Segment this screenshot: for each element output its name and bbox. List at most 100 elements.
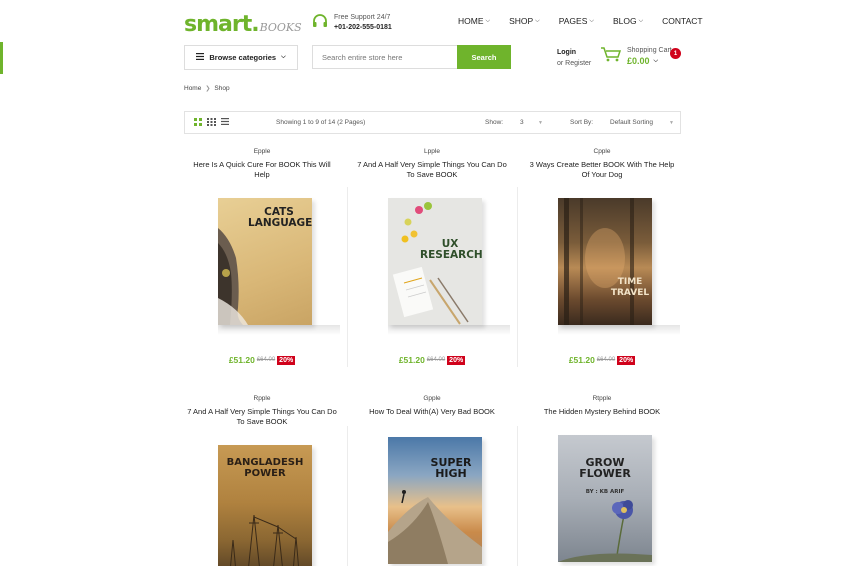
cart-count-badge: 1 <box>670 48 681 59</box>
nav-label: BLOG <box>612 16 637 26</box>
cover-subtitle: BY : KB ARIF <box>585 489 625 495</box>
product-title[interactable]: How To Deal With(A) Very Bad BOOK <box>347 407 517 417</box>
nav-item-pages[interactable]: PAGES ⌵ <box>559 16 594 26</box>
chevron-down-icon: ⌵ <box>638 17 644 24</box>
product-title[interactable]: 7 And A Half Very Simple Things You Can … <box>177 407 347 426</box>
sort-select[interactable]: Default Sorting <box>610 119 653 126</box>
product-title[interactable]: Here Is A Quick Cure For BOOK This Will … <box>177 160 347 179</box>
nav-label: PAGES <box>558 16 588 26</box>
headphones-icon <box>312 13 328 33</box>
nav-item-contact[interactable]: CONTACT <box>662 16 702 26</box>
cart-label: Shopping Cart <box>627 47 672 54</box>
main-nav: HOME ⌵ SHOP ⌵ PAGES ⌵ BLOG ⌵ CONTACT <box>458 16 703 26</box>
cover-title: BANGLADESH POWER <box>226 457 304 479</box>
product-title[interactable]: The Hidden Mystery Behind BOOK <box>517 407 687 417</box>
nav-label: SHOP <box>509 16 534 26</box>
product-image[interactable]: UX RESEARCH <box>388 198 482 325</box>
product-brand: Epple <box>253 148 271 155</box>
column-divider <box>517 426 518 566</box>
nav-label: HOME <box>458 16 484 26</box>
grid-dense-view-icon[interactable] <box>207 117 216 128</box>
discount-badge: 20% <box>617 355 636 365</box>
product-title[interactable]: 7 And A Half Very Simple Things You Can … <box>347 160 517 179</box>
ux-cover-art <box>392 202 469 325</box>
grid-view-icon[interactable] <box>194 117 202 128</box>
cover-title: GROW FLOWER <box>579 456 631 480</box>
product-card[interactable]: Rtpple The Hidden Mystery Behind BOOK <box>517 395 687 417</box>
flower-cover-art <box>558 500 652 562</box>
column-divider <box>517 187 518 367</box>
product-image[interactable]: SUPER HIGH <box>388 437 482 564</box>
product-image[interactable]: CATS LANGUAGE <box>218 198 312 325</box>
search-button[interactable]: Search <box>457 45 511 69</box>
chevron-down-icon: ⌵ <box>485 17 491 24</box>
cover-title: UX RESEARCH <box>420 238 482 261</box>
product-card[interactable]: Epple Here Is A Quick Cure For BOOK This… <box>177 148 347 179</box>
product-image[interactable]: TIME TRAVEL <box>558 198 652 325</box>
book-reflection <box>218 325 340 335</box>
product-brand: Cpple <box>593 148 611 155</box>
nav-item-shop[interactable]: SHOP ⌵ <box>509 16 540 26</box>
logo[interactable]: smart. BOOKS <box>184 12 302 37</box>
product-image[interactable]: GROW FLOWER BY : KB ARIF <box>558 435 652 562</box>
shop-toolbar: Showing 1 to 9 of 14 (2 Pages) Show: 3 ▼… <box>184 111 681 134</box>
account-links: Login or Register <box>557 47 591 69</box>
product-card[interactable]: Cpple 3 Ways Create Better BOOK With The… <box>517 148 687 179</box>
nav-item-blog[interactable]: BLOG ⌵ <box>613 16 643 26</box>
breadcrumb: Home ❯ Shop <box>184 85 230 92</box>
price-current: £51.20 <box>398 355 425 365</box>
book-reflection <box>558 325 680 335</box>
cover-title: CATS LANGUAGE <box>248 206 312 229</box>
logo-main-text: smart. <box>184 12 260 37</box>
product-brand: Lpple <box>424 148 440 155</box>
product-brand: Rpple <box>253 395 271 402</box>
product-title[interactable]: 3 Ways Create Better BOOK With The Help … <box>517 160 687 179</box>
product-card[interactable]: Rpple 7 And A Half Very Simple Things Yo… <box>177 395 347 426</box>
chevron-down-icon: ⌵ <box>535 17 540 24</box>
price-old: £64.00 <box>256 357 276 363</box>
product-price: £51.20 £64.00 20% <box>177 355 347 365</box>
shopping-cart[interactable]: Shopping Cart £0.00 ⌵ 1 <box>600 46 681 67</box>
chevron-down-icon: ⌵ <box>281 54 286 60</box>
browse-label: Browse categories <box>209 53 277 62</box>
results-count: Showing 1 to 9 of 14 (2 Pages) <box>276 119 366 126</box>
browse-categories-button[interactable]: Browse categories ⌵ <box>184 45 298 70</box>
price-current: £51.20 <box>228 355 255 365</box>
cart-total: £0.00 <box>627 56 650 66</box>
sort-label: Sort By: <box>570 119 594 126</box>
left-accent-bar <box>0 42 3 74</box>
login-link[interactable]: Login <box>557 47 591 58</box>
price-current: £51.20 <box>568 355 595 365</box>
logo-sub-text: BOOKS <box>259 21 302 34</box>
support-label: Free Support 24/7 <box>334 14 391 21</box>
cover-title: TIME TRAVEL <box>610 277 650 298</box>
show-label: Show: <box>485 119 504 126</box>
forest-cover-art <box>564 198 634 325</box>
breadcrumb-home[interactable]: Home <box>184 85 201 92</box>
price-old: £64.00 <box>426 357 446 363</box>
column-divider <box>347 426 348 566</box>
breadcrumb-shop[interactable]: Shop <box>214 85 229 92</box>
list-view-icon[interactable] <box>221 118 229 127</box>
cart-icon <box>600 46 622 67</box>
discount-badge: 20% <box>277 355 296 365</box>
menu-icon <box>196 53 205 62</box>
search-input[interactable] <box>312 45 458 69</box>
price-old: £64.00 <box>596 357 616 363</box>
cover-title: SUPER HIGH <box>430 456 472 480</box>
chevron-down-icon: ⌵ <box>589 17 594 24</box>
book-reflection <box>388 325 510 335</box>
discount-badge: 20% <box>447 355 466 365</box>
product-card[interactable]: Lpple 7 And A Half Very Simple Things Yo… <box>347 148 517 179</box>
column-divider <box>347 187 348 367</box>
product-image[interactable]: BANGLADESH POWER <box>218 445 312 566</box>
product-card[interactable]: Gpple How To Deal With(A) Very Bad BOOK <box>347 395 517 417</box>
nav-label: CONTACT <box>662 16 703 26</box>
product-brand: Gpple <box>423 395 441 402</box>
support-phone: +01-202-555-0181 <box>334 24 392 31</box>
show-select[interactable]: 3 <box>520 119 524 126</box>
caret-down-icon: ▼ <box>538 119 543 126</box>
register-link[interactable]: or Register <box>557 58 591 69</box>
nav-item-home[interactable]: HOME ⌵ <box>458 16 490 26</box>
product-price: £51.20 £64.00 20% <box>517 355 687 365</box>
